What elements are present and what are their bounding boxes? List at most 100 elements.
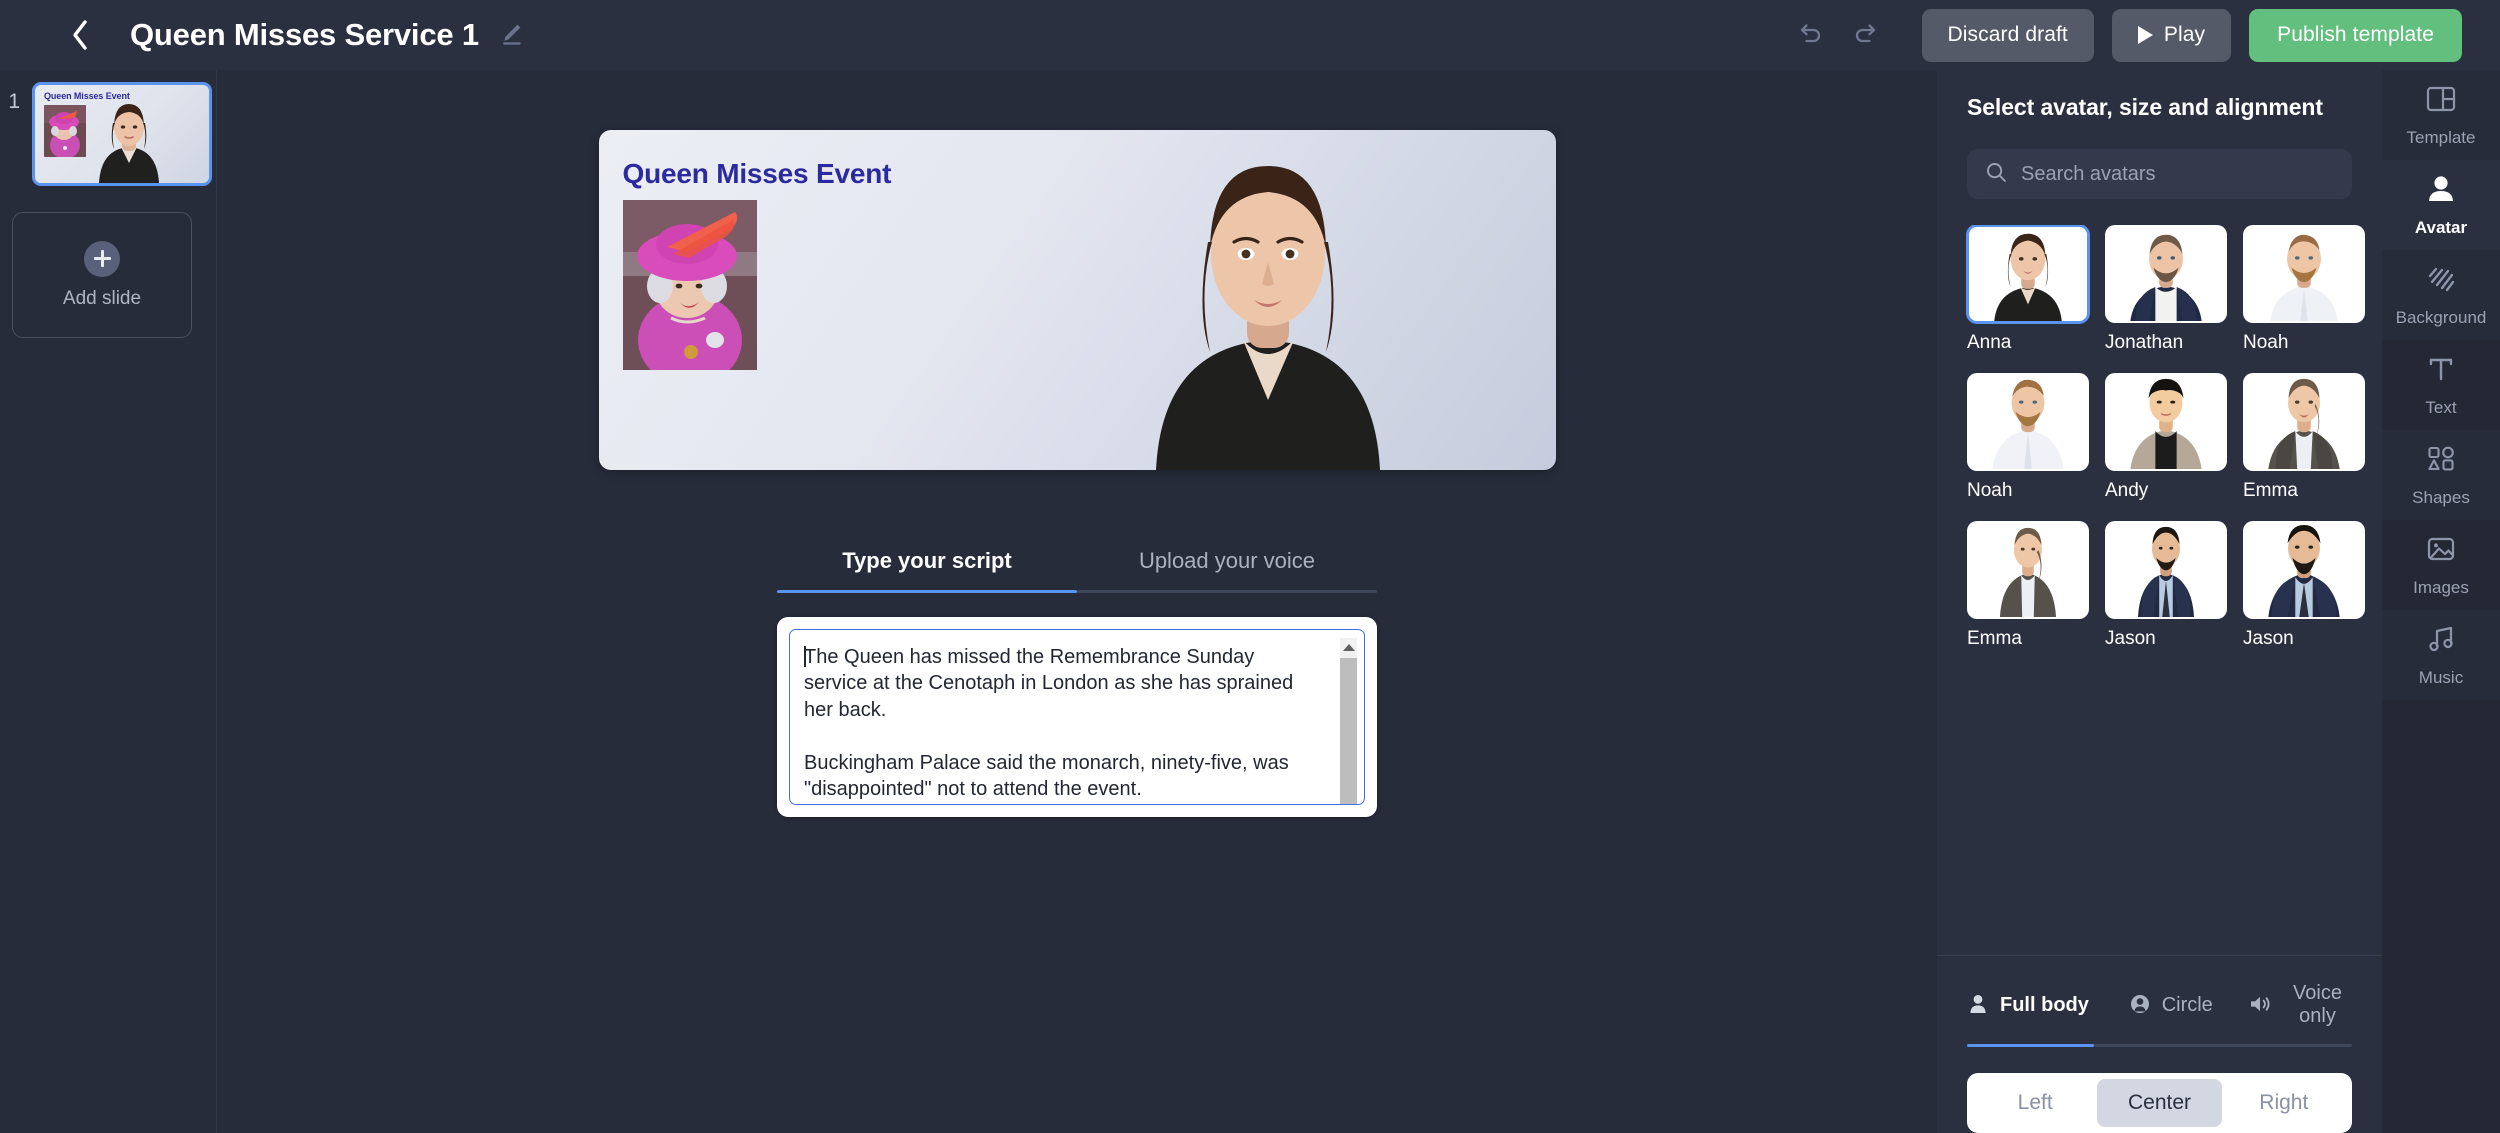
canvas-queen-photo[interactable] xyxy=(622,200,757,370)
avatar-thumbnail[interactable] xyxy=(2243,373,2365,471)
publish-template-button[interactable]: Publish template xyxy=(2249,8,2462,62)
rail-label: Text xyxy=(2425,398,2457,417)
avatar-thumbnail[interactable] xyxy=(2105,521,2227,619)
avatar-card-emma-1[interactable]: Emma xyxy=(2243,373,2365,502)
avatar-label: Anna xyxy=(1967,332,2012,353)
editor-body: 1 Queen Misses Event Add slide Queen Mis… xyxy=(0,70,2500,1133)
avatar-card-jason-1[interactable]: Jason xyxy=(2105,521,2227,650)
avatar-thumbnail[interactable] xyxy=(2243,225,2365,323)
add-slide-label: Add slide xyxy=(62,287,142,309)
redo-icon xyxy=(1851,19,1881,52)
avatar-thumbnail[interactable] xyxy=(1967,521,2089,619)
avatar-thumbnail[interactable] xyxy=(1967,225,2089,323)
align-left-button[interactable]: Left xyxy=(1973,1079,2097,1127)
avatar-label: Jonathan xyxy=(2105,332,2184,353)
avatar-card-noah-1[interactable]: Noah xyxy=(2243,225,2365,354)
person-icon xyxy=(2424,172,2458,209)
discard-draft-button[interactable]: Discard draft xyxy=(1921,8,2094,62)
tab-upload-your-voice[interactable]: Upload your voice xyxy=(1077,548,1377,590)
add-slide-button[interactable]: Add slide xyxy=(12,212,192,338)
script-tab-underline xyxy=(777,590,1377,593)
pencil-icon xyxy=(498,21,524,50)
mode-full-body[interactable]: Full body xyxy=(1967,982,2129,1044)
mode-circle[interactable]: Circle xyxy=(2129,982,2248,1044)
canvas-title-text[interactable]: Queen Misses Event xyxy=(623,158,892,190)
search-avatars-wrap[interactable] xyxy=(1967,149,2352,199)
avatar-label: Noah xyxy=(2243,332,2289,353)
hatching-icon xyxy=(2424,262,2458,299)
avatar-card-andy[interactable]: Andy xyxy=(2105,373,2227,502)
rail-label: Background xyxy=(2395,308,2487,327)
rail-item-images[interactable]: Images xyxy=(2382,520,2500,610)
slide-thumbnail-1[interactable]: Queen Misses Event xyxy=(32,82,212,186)
rail-label: Music xyxy=(2418,668,2464,687)
script-block: Type your script Upload your voice The Q… xyxy=(777,548,1377,817)
avatar-label: Noah xyxy=(1967,480,2013,501)
tab-type-your-script[interactable]: Type your script xyxy=(777,548,1077,590)
search-icon xyxy=(1985,161,2007,188)
avatar-thumbnail[interactable] xyxy=(2243,521,2365,619)
rail-label: Images xyxy=(2413,578,2469,597)
align-center-button[interactable]: Center xyxy=(2097,1079,2222,1127)
avatar-panel-head: Select avatar, size and alignment xyxy=(1937,70,2382,199)
rail-label: Template xyxy=(2406,128,2476,147)
avatar-label: Andy xyxy=(2105,480,2149,501)
play-label: Play xyxy=(2163,23,2206,46)
scroll-up-icon[interactable] xyxy=(1340,638,1357,656)
editor-stage: Queen Misses Event Type your script Uplo… xyxy=(217,70,1937,1133)
script-text: The Queen has missed the Remembrance Sun… xyxy=(804,646,1294,800)
avatar-thumbnail[interactable] xyxy=(2105,373,2227,471)
avatar-thumb xyxy=(81,97,177,183)
avatar-card-jonathan[interactable]: Jonathan xyxy=(2105,225,2227,354)
rail-item-template[interactable]: Template xyxy=(2382,70,2500,160)
rail-item-background[interactable]: Background xyxy=(2382,250,2500,340)
avatar-grid: Anna Jonathan Noah Noah Andy Emma Emma J… xyxy=(1937,225,2382,955)
slide-canvas[interactable]: Queen Misses Event xyxy=(598,130,1556,470)
search-input[interactable] xyxy=(2021,162,2334,186)
mode-label: Circle xyxy=(2161,993,2213,1016)
rail-label: Shapes xyxy=(2412,488,2470,507)
mode-label: Voice only xyxy=(2293,982,2342,1027)
canvas-avatar[interactable] xyxy=(1098,142,1438,470)
rail-item-music[interactable]: Music xyxy=(2382,610,2500,700)
app-header: Queen Misses Service 1 Discard draft Pla… xyxy=(0,0,2500,70)
play-triangle-icon xyxy=(2137,26,2153,44)
avatar-label: Jason xyxy=(2243,628,2294,649)
avatar-panel-title: Select avatar, size and alignment xyxy=(1967,94,2323,120)
image-icon xyxy=(2424,532,2458,569)
layout-icon xyxy=(2424,82,2458,119)
plus-icon xyxy=(84,240,120,277)
speaker-icon xyxy=(2248,993,2272,1018)
avatar-thumbnail[interactable] xyxy=(1967,373,2089,471)
avatar-card-anna[interactable]: Anna xyxy=(1967,225,2089,354)
avatar-card-emma-2[interactable]: Emma xyxy=(1967,521,2089,650)
back-button[interactable] xyxy=(60,15,100,55)
undo-icon xyxy=(1795,19,1825,52)
chevron-left-icon xyxy=(69,18,91,52)
script-textarea[interactable]: The Queen has missed the Remembrance Sun… xyxy=(789,629,1365,805)
slides-rail: 1 Queen Misses Event Add slide xyxy=(0,70,217,1133)
align-right-button[interactable]: Right xyxy=(2222,1079,2346,1127)
queen-photo-thumb xyxy=(44,105,86,157)
scrollbar-thumb[interactable] xyxy=(1340,658,1357,804)
rail-item-text[interactable]: Text xyxy=(2382,340,2500,430)
script-scrollbar[interactable] xyxy=(1340,638,1357,804)
avatar-thumbnail[interactable] xyxy=(2105,225,2227,323)
rail-item-avatar[interactable]: Avatar xyxy=(2382,160,2500,250)
avatar-card-noah-2[interactable]: Noah xyxy=(1967,373,2089,502)
play-button[interactable]: Play xyxy=(2111,8,2232,62)
slide-row: 1 Queen Misses Event xyxy=(0,82,216,186)
undo-button[interactable] xyxy=(1782,13,1838,57)
avatar-label: Emma xyxy=(1967,628,2022,649)
rail-label: Avatar xyxy=(2414,218,2468,237)
avatar-label: Jason xyxy=(2105,628,2156,649)
mode-voice-only[interactable]: Voice only xyxy=(2248,982,2352,1044)
avatar-label: Emma xyxy=(2243,480,2298,501)
redo-button[interactable] xyxy=(1838,13,1894,57)
script-card: The Queen has missed the Remembrance Sun… xyxy=(777,617,1377,817)
slide-number: 1 xyxy=(8,90,20,113)
edit-title-button[interactable] xyxy=(497,21,525,49)
rail-item-shapes[interactable]: Shapes xyxy=(2382,430,2500,520)
script-tabs: Type your script Upload your voice xyxy=(777,548,1377,590)
avatar-card-jason-2[interactable]: Jason xyxy=(2243,521,2365,650)
